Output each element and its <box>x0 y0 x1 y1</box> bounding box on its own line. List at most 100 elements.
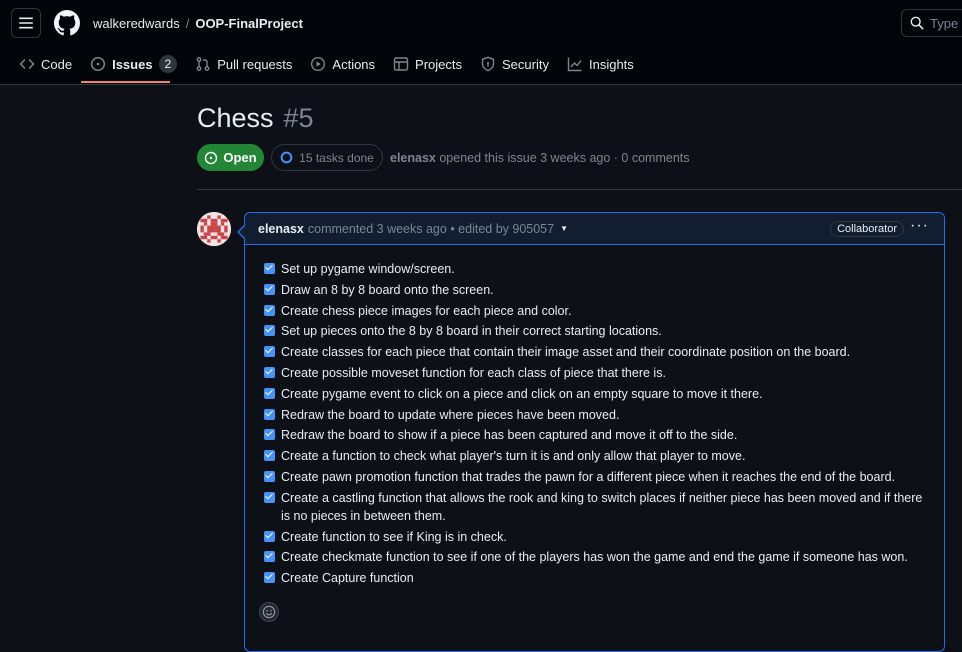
tab-code-label: Code <box>41 56 73 72</box>
task-text: Create a function to check what player's… <box>281 449 746 464</box>
search-input[interactable]: Type / <box>901 9 962 37</box>
task-text: Create pygame event to click on a piece … <box>281 386 763 401</box>
issue-meta: elenasx opened this issue 3 weeks ago · … <box>390 151 690 165</box>
task-list-item: Create checkmate function to see if one … <box>264 548 924 566</box>
comment-options-button[interactable]: ··· <box>910 217 929 235</box>
task-checkbox[interactable] <box>264 346 275 358</box>
task-list-item: Create pawn promotion function that trad… <box>264 468 924 486</box>
task-checkbox[interactable] <box>264 450 275 462</box>
comment-meta: commented 3 weeks ago • edited by 905057 <box>307 221 555 236</box>
issue-opened-icon <box>91 56 106 72</box>
task-list: Set up pygame window/screen. Draw an 8 by… <box>264 260 924 590</box>
task-text: Create checkmate function to see if one … <box>281 550 908 565</box>
task-text: Draw an 8 by 8 board onto the screen. <box>281 282 494 297</box>
repo-nav-tabs: Code Issues 2 Pull requests Actions Proj… <box>10 50 643 84</box>
task-text: Create pawn promotion function that trad… <box>281 469 896 484</box>
repo-header: walkeredwards / OOP-FinalProject Type / … <box>0 0 962 85</box>
tab-issues[interactable]: Issues 2 <box>81 50 186 78</box>
tab-insights[interactable]: Insights <box>558 50 643 78</box>
breadcrumb: walkeredwards / OOP-FinalProject <box>93 16 303 31</box>
task-list-item: Set up pygame window/screen. <box>264 260 924 278</box>
git-pull-request-icon <box>196 57 210 71</box>
task-text: Redraw the board to show if a piece has … <box>281 428 738 443</box>
code-icon <box>19 59 35 69</box>
add-reaction-button[interactable] <box>259 602 279 622</box>
task-list-item: Create a castling function that allows t… <box>264 489 924 525</box>
task-text: Set up pygame window/screen. <box>281 262 455 276</box>
task-checkbox[interactable] <box>264 429 275 441</box>
task-list-item: Create possible moveset function for eac… <box>264 364 924 382</box>
task-checkbox[interactable] <box>264 304 275 316</box>
tab-projects-label: Projects <box>415 56 463 72</box>
task-list-item: Create Capture function <box>264 569 924 587</box>
identicon-avatar-icon <box>197 212 231 246</box>
avatar[interactable] <box>197 212 231 246</box>
search-icon <box>910 16 924 30</box>
tasks-progress-pill[interactable]: 15 tasks done <box>271 144 383 171</box>
task-list-item: Redraw the board to update where pieces … <box>264 406 924 424</box>
task-text: Create function to see if King is in che… <box>281 529 507 544</box>
task-checkbox[interactable] <box>264 530 275 542</box>
comment-header: elenasx commented 3 weeks ago • edited b… <box>245 213 944 245</box>
tab-insights-label: Insights <box>588 56 634 72</box>
active-tab-indicator <box>81 81 170 83</box>
chevron-down-icon[interactable]: ▼ <box>560 224 568 233</box>
github-logo-icon[interactable] <box>54 10 80 36</box>
task-list-item: Create function to see if King is in che… <box>264 528 924 546</box>
tasks-progress-label: 15 tasks done <box>299 150 374 165</box>
breadcrumb-separator: / <box>185 16 190 31</box>
divider <box>197 189 962 190</box>
tab-security[interactable]: Security <box>471 50 558 78</box>
task-list-item: Set up pieces onto the 8 by 8 board in t… <box>264 322 924 340</box>
task-text: Create Capture function <box>281 571 414 586</box>
play-icon <box>311 56 326 72</box>
task-checkbox[interactable] <box>264 283 275 295</box>
search-placeholder: Type <box>930 15 959 31</box>
task-checkbox[interactable] <box>264 366 275 378</box>
issue-title-text: Chess <box>197 103 274 133</box>
tab-pull-requests[interactable]: Pull requests <box>186 50 301 78</box>
tab-security-label: Security <box>502 56 549 72</box>
smiley-icon <box>262 605 276 619</box>
repo-owner-link[interactable]: walkeredwards <box>93 16 180 31</box>
issue-meta-text: opened this issue 3 weeks ago · 0 commen… <box>439 151 690 165</box>
task-list-item: Create chess piece images for each piece… <box>264 302 924 320</box>
menu-button[interactable] <box>11 8 41 38</box>
task-text: Create a castling function that allows t… <box>281 490 923 523</box>
task-text: Create possible moveset function for eac… <box>281 365 666 380</box>
tab-actions[interactable]: Actions <box>301 50 384 78</box>
task-list-item: Redraw the board to show if a piece has … <box>264 426 924 444</box>
task-checkbox[interactable] <box>264 387 275 399</box>
issue-state-label: Open <box>223 150 257 165</box>
progress-circle-icon <box>280 151 293 164</box>
shield-icon <box>481 56 495 72</box>
task-text: Redraw the board to update where pieces … <box>281 407 620 422</box>
task-checkbox[interactable] <box>264 491 275 503</box>
tab-pull-requests-label: Pull requests <box>217 56 293 72</box>
issues-count-badge: 2 <box>158 55 178 73</box>
issue-state-badge: Open <box>197 144 264 171</box>
task-text: Create chess piece images for each piece… <box>281 303 572 318</box>
task-checkbox[interactable] <box>264 551 275 563</box>
issue-comment: elenasx commented 3 weeks ago • edited b… <box>237 212 945 652</box>
issue-opened-icon <box>205 151 218 164</box>
task-checkbox[interactable] <box>264 470 275 482</box>
issue-number: #5 <box>283 103 314 133</box>
task-checkbox[interactable] <box>264 325 275 337</box>
task-list-item: Create a function to check what player's… <box>264 447 924 465</box>
tab-projects[interactable]: Projects <box>384 50 471 78</box>
task-list-item: Draw an 8 by 8 board onto the screen. <box>264 281 924 299</box>
task-checkbox[interactable] <box>264 408 275 420</box>
task-text: Create classes for each piece that conta… <box>281 345 851 360</box>
tab-issues-label: Issues <box>112 56 153 72</box>
tab-code[interactable]: Code <box>10 50 81 78</box>
repo-name-link[interactable]: OOP-FinalProject <box>195 16 303 31</box>
task-checkbox[interactable] <box>264 572 275 584</box>
issue-author-link[interactable]: elenasx <box>390 151 436 165</box>
collaborator-badge: Collaborator <box>830 221 904 237</box>
graph-icon <box>567 57 582 72</box>
task-checkbox[interactable] <box>264 263 275 274</box>
comment-author-link[interactable]: elenasx <box>258 222 304 236</box>
table-icon <box>393 57 409 71</box>
hamburger-icon <box>19 17 33 29</box>
